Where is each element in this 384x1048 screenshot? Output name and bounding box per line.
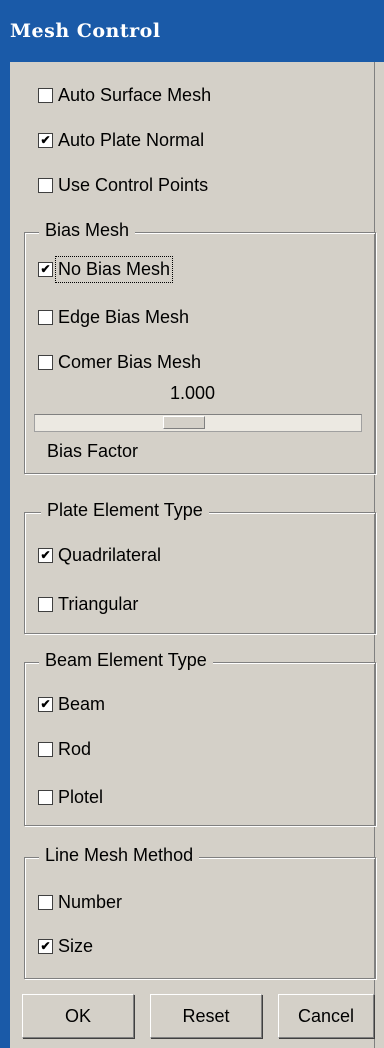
check-icon: ✔ xyxy=(40,133,51,147)
mesh-control-dialog: Mesh Control Auto Surface Mesh ✔ Auto Pl… xyxy=(0,0,384,1048)
check-icon: ✔ xyxy=(40,697,51,711)
bias-factor-slider[interactable] xyxy=(34,414,362,432)
checkbox-box[interactable]: ✔ xyxy=(38,547,53,563)
number-checkbox[interactable]: Number xyxy=(38,890,122,914)
use-control-points-label: Use Control Points xyxy=(58,174,209,195)
checkbox-box[interactable]: ✔ xyxy=(38,938,53,954)
quadrilateral-checkbox[interactable]: ✔ Quadrilateral xyxy=(38,543,161,567)
reset-button[interactable]: Reset xyxy=(150,994,262,1038)
triangular-label: Triangular xyxy=(58,593,139,614)
cancel-button[interactable]: Cancel xyxy=(278,994,374,1038)
checkbox-box[interactable] xyxy=(38,894,53,910)
check-icon: ✔ xyxy=(40,548,51,562)
checkbox-box[interactable] xyxy=(38,596,53,612)
beam-checkbox[interactable]: ✔ Beam xyxy=(38,692,105,716)
edge-bias-mesh-label: Edge Bias Mesh xyxy=(58,306,190,327)
checkbox-box[interactable] xyxy=(38,741,53,757)
bias-mesh-legend: Bias Mesh xyxy=(39,220,136,241)
title-bar[interactable]: Mesh Control xyxy=(0,0,384,62)
size-label: Size xyxy=(58,935,94,956)
checkbox-box[interactable] xyxy=(38,87,53,103)
auto-surface-mesh-checkbox[interactable]: Auto Surface Mesh xyxy=(38,83,211,107)
checkbox-box[interactable] xyxy=(38,789,53,805)
comer-bias-mesh-label: Comer Bias Mesh xyxy=(58,351,202,372)
quadrilateral-label: Quadrilateral xyxy=(58,544,162,565)
checkbox-box[interactable]: ✔ xyxy=(38,261,53,277)
check-icon: ✔ xyxy=(40,939,51,953)
line-mesh-method-group: Line Mesh Method xyxy=(24,845,376,979)
rod-checkbox[interactable]: Rod xyxy=(38,737,91,761)
rod-label: Rod xyxy=(58,738,92,759)
comer-bias-mesh-checkbox[interactable]: Comer Bias Mesh xyxy=(38,350,201,374)
no-bias-mesh-label: No Bias Mesh xyxy=(54,255,174,283)
line-mesh-method-legend: Line Mesh Method xyxy=(39,845,200,866)
checkbox-box[interactable] xyxy=(38,309,53,325)
check-icon: ✔ xyxy=(40,262,51,276)
size-checkbox[interactable]: ✔ Size xyxy=(38,934,93,958)
edge-bias-mesh-checkbox[interactable]: Edge Bias Mesh xyxy=(38,305,189,329)
ok-button[interactable]: OK xyxy=(22,994,134,1038)
number-label: Number xyxy=(58,891,123,912)
beam-element-type-legend: Beam Element Type xyxy=(39,650,213,671)
auto-plate-normal-label: Auto Plate Normal xyxy=(58,129,205,150)
checkbox-box[interactable] xyxy=(38,177,53,193)
beam-label: Beam xyxy=(58,693,106,714)
triangular-checkbox[interactable]: Triangular xyxy=(38,592,138,616)
auto-surface-mesh-label: Auto Surface Mesh xyxy=(58,84,212,105)
slider-thumb[interactable] xyxy=(163,416,205,429)
no-bias-mesh-checkbox[interactable]: ✔ No Bias Mesh xyxy=(38,255,174,283)
auto-plate-normal-checkbox[interactable]: ✔ Auto Plate Normal xyxy=(38,128,204,152)
window-title: Mesh Control xyxy=(10,20,161,42)
checkbox-box[interactable]: ✔ xyxy=(38,132,53,148)
checkbox-box[interactable]: ✔ xyxy=(38,696,53,712)
plotel-checkbox[interactable]: Plotel xyxy=(38,785,103,809)
bias-factor-label: Bias Factor xyxy=(47,441,139,461)
use-control-points-checkbox[interactable]: Use Control Points xyxy=(38,173,208,197)
bias-factor-value: 1.000 xyxy=(170,383,216,403)
window-left-border xyxy=(0,62,10,1048)
plotel-label: Plotel xyxy=(58,786,104,807)
plate-element-type-legend: Plate Element Type xyxy=(41,500,209,521)
checkbox-box[interactable] xyxy=(38,354,53,370)
